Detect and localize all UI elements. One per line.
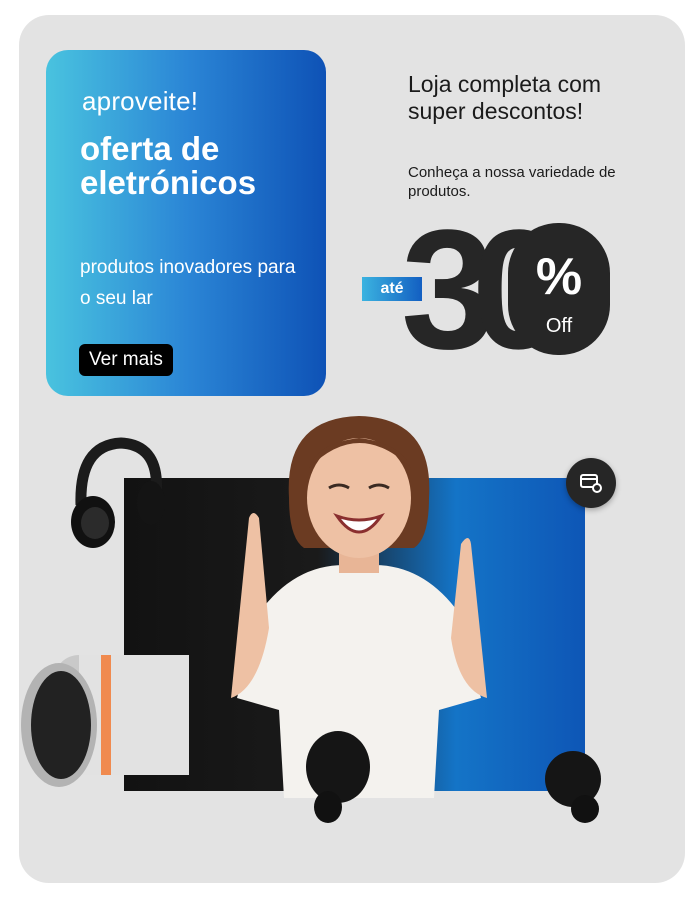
percent-sign: % — [535, 248, 583, 306]
offer-box: aproveite! oferta de eletrónicos produto… — [46, 50, 326, 396]
card-settings-icon[interactable] — [566, 458, 616, 508]
promo-card: aproveite! oferta de eletrónicos produto… — [19, 15, 685, 883]
headphones-image — [71, 437, 165, 548]
off-label: Off — [545, 315, 573, 337]
promo-subtitle: produtos inovadores para o seu lar — [80, 257, 296, 309]
until-tag: até — [362, 277, 422, 301]
see-more-button[interactable]: Ver mais — [79, 344, 173, 376]
promo-title: oferta de eletrónicos — [80, 130, 257, 201]
earbud-left-image — [306, 731, 370, 823]
percent-badge: % Off — [508, 223, 610, 355]
earbud-right-image — [545, 751, 601, 823]
headline: Loja completa com super descontos! — [408, 71, 602, 124]
promo-kicker: aproveite! — [82, 86, 199, 116]
speaker-image — [21, 655, 189, 787]
